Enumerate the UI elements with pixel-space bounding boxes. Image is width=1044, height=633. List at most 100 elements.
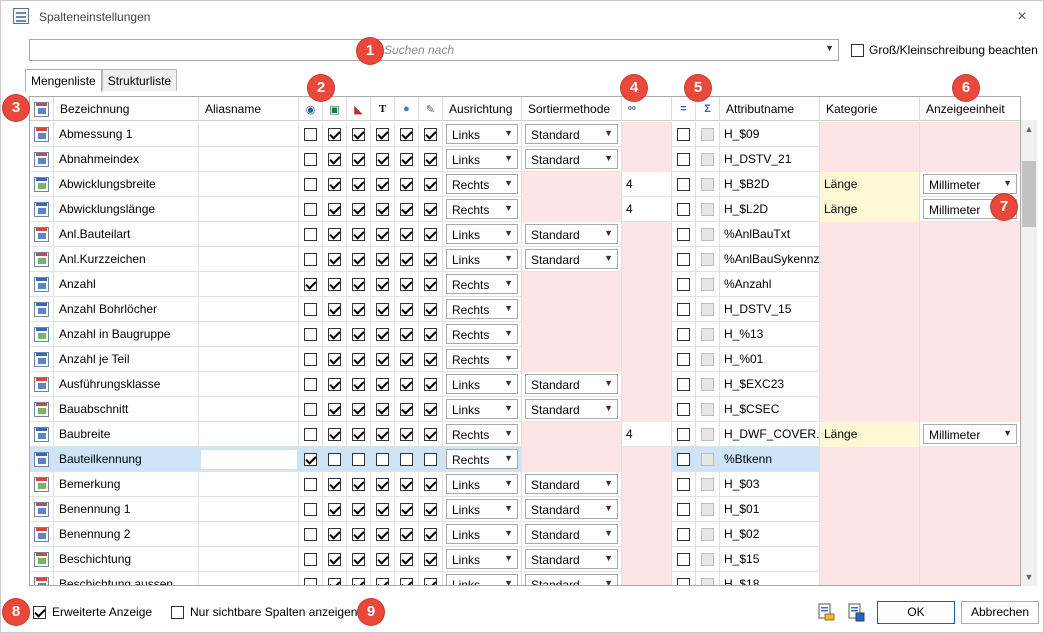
show-checkbox[interactable] <box>304 278 317 291</box>
sum-cell[interactable] <box>696 397 720 422</box>
sum-checkbox[interactable] <box>701 453 714 466</box>
text-checkbox[interactable] <box>376 478 389 491</box>
sum-checkbox[interactable] <box>701 478 714 491</box>
visibility-cell[interactable] <box>371 522 395 547</box>
cancel-button[interactable]: Abbrechen <box>961 601 1039 624</box>
sortiermethode-cell[interactable] <box>522 447 622 472</box>
visibility-cell[interactable] <box>395 447 419 472</box>
visibility-cell[interactable] <box>371 322 395 347</box>
equal-checkbox[interactable] <box>677 328 690 341</box>
sortiermethode-cell[interactable] <box>522 297 622 322</box>
visibility-cell[interactable] <box>299 322 323 347</box>
alignment-select[interactable]: Rechts ▼ <box>446 199 518 219</box>
visibility-cell[interactable] <box>299 172 323 197</box>
sortiermethode-cell[interactable] <box>522 422 622 447</box>
visibility-cell[interactable] <box>347 547 371 572</box>
pdf-checkbox[interactable] <box>352 228 365 241</box>
edit-checkbox[interactable] <box>424 328 437 341</box>
visibility-cell[interactable] <box>299 422 323 447</box>
export-settings-icon[interactable] <box>816 602 836 622</box>
aliasname-cell[interactable] <box>201 450 297 469</box>
visibility-cell[interactable] <box>299 397 323 422</box>
visibility-cell[interactable] <box>395 497 419 522</box>
alignment-select[interactable]: Links ▼ <box>446 549 518 569</box>
edit-checkbox[interactable] <box>424 453 437 466</box>
visibility-cell[interactable] <box>395 572 419 585</box>
pdf-checkbox[interactable] <box>352 328 365 341</box>
precision-cell[interactable] <box>622 397 672 422</box>
ausrichtung-cell[interactable]: Rechts ▼ <box>443 447 522 472</box>
text-checkbox[interactable] <box>376 453 389 466</box>
visibility-cell[interactable] <box>371 547 395 572</box>
visibility-cell[interactable] <box>299 547 323 572</box>
aliasname-cell[interactable] <box>199 222 299 247</box>
sum-cell[interactable] <box>696 572 720 585</box>
visibility-cell[interactable] <box>419 522 443 547</box>
ausrichtung-cell[interactable]: Links ▼ <box>443 547 522 572</box>
ausrichtung-cell[interactable]: Rechts ▼ <box>443 422 522 447</box>
chevron-down-icon[interactable]: ▼ <box>504 528 513 538</box>
edit-checkbox[interactable] <box>424 403 437 416</box>
visibility-cell[interactable] <box>323 497 347 522</box>
visibility-cell[interactable] <box>371 572 395 585</box>
show-checkbox[interactable] <box>304 228 317 241</box>
show-checkbox[interactable] <box>304 478 317 491</box>
visibility-cell[interactable] <box>299 122 323 147</box>
chevron-down-icon[interactable]: ▼ <box>504 578 513 585</box>
anzeigeeinheit-cell[interactable] <box>920 497 1020 522</box>
excel-checkbox[interactable] <box>328 478 341 491</box>
aliasname-cell[interactable] <box>199 547 299 572</box>
tab-strukturliste[interactable]: Strukturliste <box>101 69 178 91</box>
visibility-cell[interactable] <box>395 522 419 547</box>
alignment-select[interactable]: Rechts ▼ <box>446 299 518 319</box>
precision-cell[interactable] <box>622 222 672 247</box>
sortiermethode-cell[interactable] <box>522 322 622 347</box>
visibility-cell[interactable] <box>347 522 371 547</box>
visibility-cell[interactable] <box>395 397 419 422</box>
ausrichtung-cell[interactable]: Links ▼ <box>443 147 522 172</box>
chevron-down-icon[interactable]: ▼ <box>504 403 513 413</box>
visibility-cell[interactable] <box>395 347 419 372</box>
visibility-cell[interactable] <box>323 472 347 497</box>
aliasname-cell[interactable] <box>199 422 299 447</box>
chevron-down-icon[interactable]: ▼ <box>504 378 513 388</box>
sort-select[interactable]: Standard ▼ <box>525 474 618 494</box>
sum-cell[interactable] <box>696 297 720 322</box>
text-checkbox[interactable] <box>376 153 389 166</box>
visibility-cell[interactable] <box>299 222 323 247</box>
chevron-down-icon[interactable]: ▼ <box>825 43 834 53</box>
precision-cell[interactable]: 4 <box>622 197 672 222</box>
excel-checkbox[interactable] <box>328 428 341 441</box>
precision-cell[interactable] <box>622 522 672 547</box>
ok-button[interactable]: OK <box>877 601 955 624</box>
excel-checkbox[interactable] <box>328 553 341 566</box>
ausrichtung-cell[interactable]: Links ▼ <box>443 222 522 247</box>
ausrichtung-cell[interactable]: Rechts ▼ <box>443 297 522 322</box>
visibility-cell[interactable] <box>323 122 347 147</box>
ausrichtung-cell[interactable]: Links ▼ <box>443 522 522 547</box>
precision-input[interactable]: 4 <box>624 425 670 443</box>
edit-checkbox[interactable] <box>424 503 437 516</box>
visibility-cell[interactable] <box>299 572 323 585</box>
ausrichtung-cell[interactable]: Links ▼ <box>443 122 522 147</box>
ausrichtung-cell[interactable]: Links ▼ <box>443 397 522 422</box>
chevron-down-icon[interactable]: ▼ <box>604 403 613 413</box>
anzeigeeinheit-cell[interactable] <box>920 347 1020 372</box>
edit-checkbox[interactable] <box>424 203 437 216</box>
sortiermethode-cell[interactable] <box>522 197 622 222</box>
equal-checkbox[interactable] <box>677 453 690 466</box>
table-row[interactable]: Benennung 1 Links ▼ Standard ▼ H_$01 <box>30 497 1020 522</box>
sortiermethode-cell[interactable]: Standard ▼ <box>522 372 622 397</box>
visibility-cell[interactable] <box>395 122 419 147</box>
header-sortiermethode[interactable]: Sortiermethode <box>522 97 622 121</box>
visibility-cell[interactable] <box>419 197 443 222</box>
visibility-cell[interactable] <box>371 222 395 247</box>
sortiermethode-cell[interactable]: Standard ▼ <box>522 472 622 497</box>
visibility-cell[interactable] <box>419 272 443 297</box>
excel-icon[interactable]: ▣ <box>323 97 347 121</box>
equal-checkbox[interactable] <box>677 503 690 516</box>
tab-mengenliste[interactable]: Mengenliste <box>25 69 102 92</box>
visibility-cell[interactable] <box>395 222 419 247</box>
visibility-cell[interactable] <box>347 297 371 322</box>
sortiermethode-cell[interactable]: Standard ▼ <box>522 397 622 422</box>
